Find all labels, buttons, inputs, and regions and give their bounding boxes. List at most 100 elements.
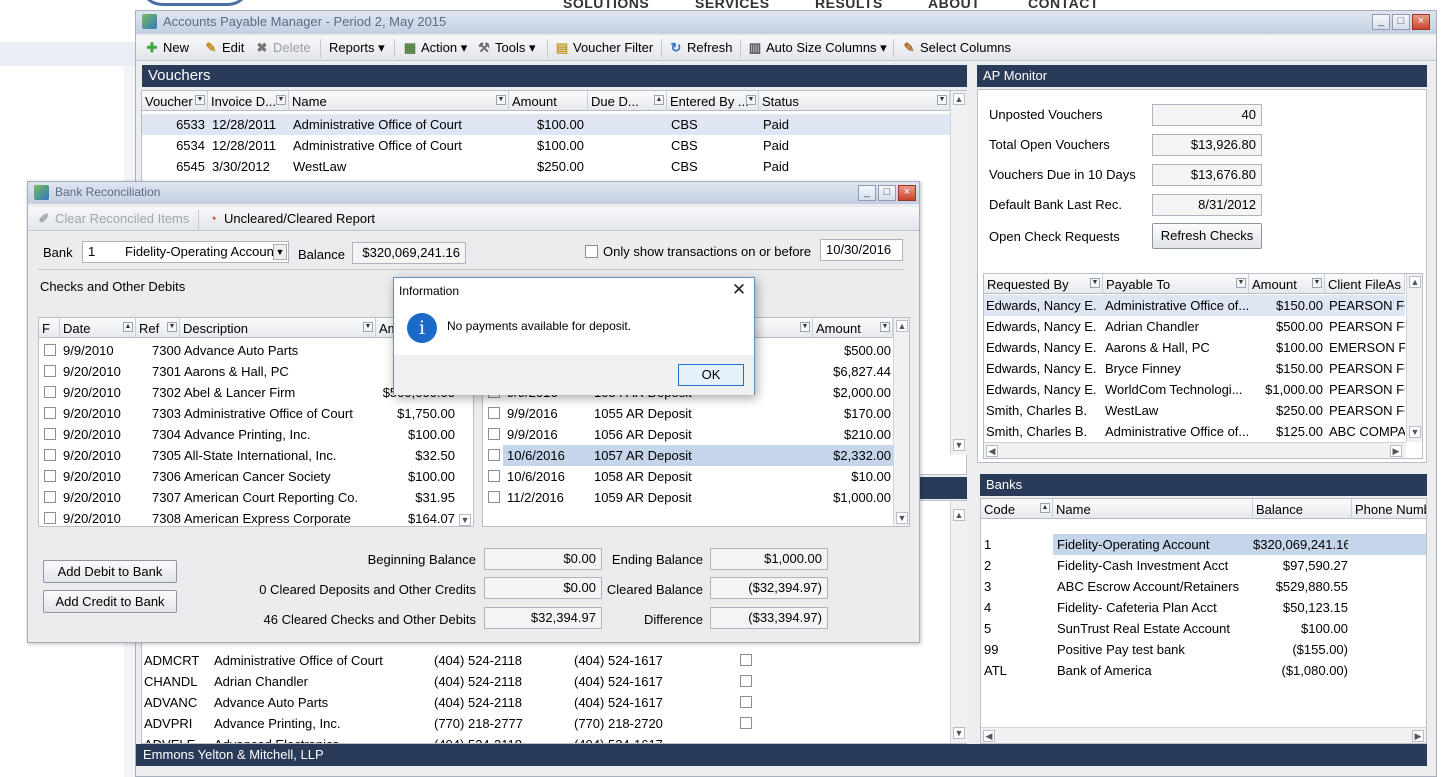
table-row[interactable]: 6534 12/28/2011 Administrative Office of… xyxy=(142,135,950,156)
table-row[interactable]: ADMCRT Administrative Office of Court (4… xyxy=(142,650,782,671)
open-checks-hscroll[interactable]: ◀ ▶ xyxy=(984,442,1406,458)
bankrec-close-button[interactable]: × xyxy=(898,185,916,201)
cleared-checkbox[interactable] xyxy=(488,449,500,461)
only-show-checkbox[interactable] xyxy=(585,245,598,258)
table-row[interactable]: 3 ABC Escrow Account/Retainers $529,880.… xyxy=(981,576,1426,597)
scroll-left-icon[interactable]: ◀ xyxy=(986,445,998,457)
table-row[interactable]: Smith, Charles B. Administrative Office … xyxy=(984,421,1405,442)
table-row[interactable]: ADVANC Advance Auto Parts (404) 524-2118… xyxy=(142,692,782,713)
table-row[interactable]: 9/20/2010 7305 All-State International, … xyxy=(39,445,457,466)
cleared-checkbox[interactable] xyxy=(44,491,56,503)
uncleared-report-button[interactable]: ◔ Uncleared/Cleared Report xyxy=(205,207,375,231)
scroll-down-icon[interactable]: ▼ xyxy=(459,514,471,526)
add-debit-button[interactable]: Add Debit to Bank xyxy=(43,560,177,583)
new-button[interactable]: ✚ New xyxy=(144,36,189,60)
table-row[interactable]: Edwards, Nancy E. Bryce Finney $150.00 P… xyxy=(984,358,1405,379)
table-row[interactable]: Smith, Charles B. WestLaw $250.00 PEARSO… xyxy=(984,400,1405,421)
refresh-checks-button[interactable]: Refresh Checks xyxy=(1152,223,1262,249)
edit-button[interactable]: ✎ Edit xyxy=(203,36,245,60)
filter-icon[interactable]: ▼ xyxy=(167,322,177,332)
table-row[interactable]: ATL Bank of America ($1,080.00) xyxy=(981,660,1426,681)
sort-icon[interactable]: ▲ xyxy=(654,95,664,105)
scroll-down-icon[interactable]: ▼ xyxy=(953,727,965,739)
clear-reconciled-button[interactable]: ✐ Clear Reconciled Items xyxy=(36,207,190,231)
vendor-checkbox[interactable] xyxy=(740,654,752,666)
col-entered-by[interactable]: Entered By ... ▼ xyxy=(667,91,759,111)
col-deposit-amount[interactable]: Amount ▼ xyxy=(813,318,893,338)
filter-icon[interactable]: ▼ xyxy=(1236,278,1246,288)
scroll-right-icon[interactable]: ▶ xyxy=(1412,730,1424,742)
filter-icon[interactable]: ▼ xyxy=(937,95,947,105)
only-show-date-field[interactable]: 10/30/2016 xyxy=(820,239,903,261)
filter-icon[interactable]: ▼ xyxy=(363,322,373,332)
bank-select[interactable]: 1 Fidelity-Operating Accoun ▼ xyxy=(82,241,289,263)
sort-icon[interactable]: ▲ xyxy=(123,322,133,332)
bankrec-maximize-button[interactable]: □ xyxy=(878,185,896,201)
col-client-fileas[interactable]: Client FileAs xyxy=(1325,274,1405,294)
scroll-up-icon[interactable]: ▲ xyxy=(953,93,965,105)
cleared-checkbox[interactable] xyxy=(488,428,500,440)
table-row[interactable]: 9/9/2016 1055 AR Deposit $170.00 xyxy=(483,403,893,424)
scroll-up-icon[interactable]: ▲ xyxy=(1409,276,1421,288)
filter-icon[interactable]: ▼ xyxy=(276,95,286,105)
col-code[interactable]: Code ▲ xyxy=(981,499,1053,519)
col-bank-name[interactable]: Name xyxy=(1053,499,1253,519)
delete-button[interactable]: ✖ Delete xyxy=(254,36,311,60)
table-row[interactable]: 10/6/2016 1057 AR Deposit $2,332.00 xyxy=(483,445,893,466)
cleared-checkbox[interactable] xyxy=(44,470,56,482)
maximize-button[interactable]: □ xyxy=(1392,14,1410,30)
col-invoice-date[interactable]: Invoice D... ▼ xyxy=(208,91,289,111)
cleared-checkbox[interactable] xyxy=(488,407,500,419)
col-check-amount[interactable]: Amount ▼ xyxy=(1249,274,1325,294)
cleared-checkbox[interactable] xyxy=(44,344,56,356)
table-row[interactable]: 10/6/2016 1058 AR Deposit $10.00 xyxy=(483,466,893,487)
vendor-checkbox[interactable] xyxy=(740,696,752,708)
auto-size-columns-menu[interactable]: ▥ Auto Size Columns ▾ xyxy=(747,36,887,60)
vendor-checkbox[interactable] xyxy=(740,717,752,729)
table-row[interactable]: 5 SunTrust Real Estate Account $100.00 xyxy=(981,618,1426,639)
scroll-right-icon[interactable]: ▶ xyxy=(1390,445,1402,457)
col-requested-by[interactable]: Requested By ▼ xyxy=(984,274,1103,294)
table-row[interactable]: 9/20/2010 7307 American Court Reporting … xyxy=(39,487,457,508)
chevron-down-icon[interactable]: ▼ xyxy=(273,244,287,260)
col-ref[interactable]: Ref ▼ xyxy=(136,318,180,338)
table-row[interactable]: 6545 3/30/2012 WestLaw $250.00 CBS Paid xyxy=(142,156,950,177)
table-row[interactable]: CHANDL Adrian Chandler (404) 524-2118 (4… xyxy=(142,671,782,692)
col-voucher[interactable]: Voucher ▼ xyxy=(142,91,208,111)
table-row[interactable]: 9/20/2010 7303 Administrative Office of … xyxy=(39,403,457,424)
refresh-button[interactable]: ↻ Refresh xyxy=(668,36,733,60)
cleared-checkbox[interactable] xyxy=(44,407,56,419)
add-credit-button[interactable]: Add Credit to Bank xyxy=(43,590,177,613)
filter-icon[interactable]: ▼ xyxy=(1312,278,1322,288)
filter-icon[interactable]: ▼ xyxy=(746,95,756,105)
col-phone[interactable]: Phone Numb xyxy=(1352,499,1426,519)
table-row[interactable]: 1 Fidelity-Operating Account $320,069,24… xyxy=(981,534,1426,555)
scroll-up-icon[interactable]: ▲ xyxy=(953,509,965,521)
minimize-button[interactable]: _ xyxy=(1372,14,1390,30)
table-row[interactable]: 9/9/2016 1056 AR Deposit $210.00 xyxy=(483,424,893,445)
col-balance[interactable]: Balance xyxy=(1253,499,1352,519)
scroll-down-icon[interactable]: ▼ xyxy=(953,439,965,451)
table-row[interactable]: Edwards, Nancy E. WorldCom Technologi...… xyxy=(984,379,1405,400)
vendor-checkbox[interactable] xyxy=(740,675,752,687)
cleared-checkbox[interactable] xyxy=(44,365,56,377)
col-status[interactable]: Status ▼ xyxy=(759,91,950,111)
open-checks-vscroll[interactable]: ▲ ▼ xyxy=(1406,274,1422,442)
scroll-down-icon[interactable]: ▼ xyxy=(896,512,908,524)
table-row[interactable]: 9/20/2010 7306 American Cancer Society $… xyxy=(39,466,457,487)
col-due-date[interactable]: Due D... ▲ xyxy=(588,91,667,111)
table-row[interactable]: 11/2/2016 1059 AR Deposit $1,000.00 xyxy=(483,487,893,508)
filter-icon[interactable]: ▼ xyxy=(1090,278,1100,288)
cleared-checkbox[interactable] xyxy=(44,386,56,398)
table-row[interactable]: 6533 12/28/2011 Administrative Office of… xyxy=(142,114,950,135)
filter-icon[interactable]: ▼ xyxy=(800,322,810,332)
vouchers-vscroll[interactable]: ▲ ▼ xyxy=(950,91,967,455)
table-row[interactable]: 4 Fidelity- Cafeteria Plan Acct $50,123.… xyxy=(981,597,1426,618)
table-row[interactable]: Edwards, Nancy E. Adrian Chandler $500.0… xyxy=(984,316,1405,337)
ok-button[interactable]: OK xyxy=(678,364,744,386)
banks-hscroll[interactable]: ◀ ▶ xyxy=(981,727,1426,743)
cleared-checkbox[interactable] xyxy=(488,491,500,503)
scroll-left-icon[interactable]: ◀ xyxy=(983,730,995,742)
deposits-vscroll[interactable]: ▲ ▼ xyxy=(893,318,909,526)
checks-vscroll[interactable]: ▼ xyxy=(457,514,473,526)
